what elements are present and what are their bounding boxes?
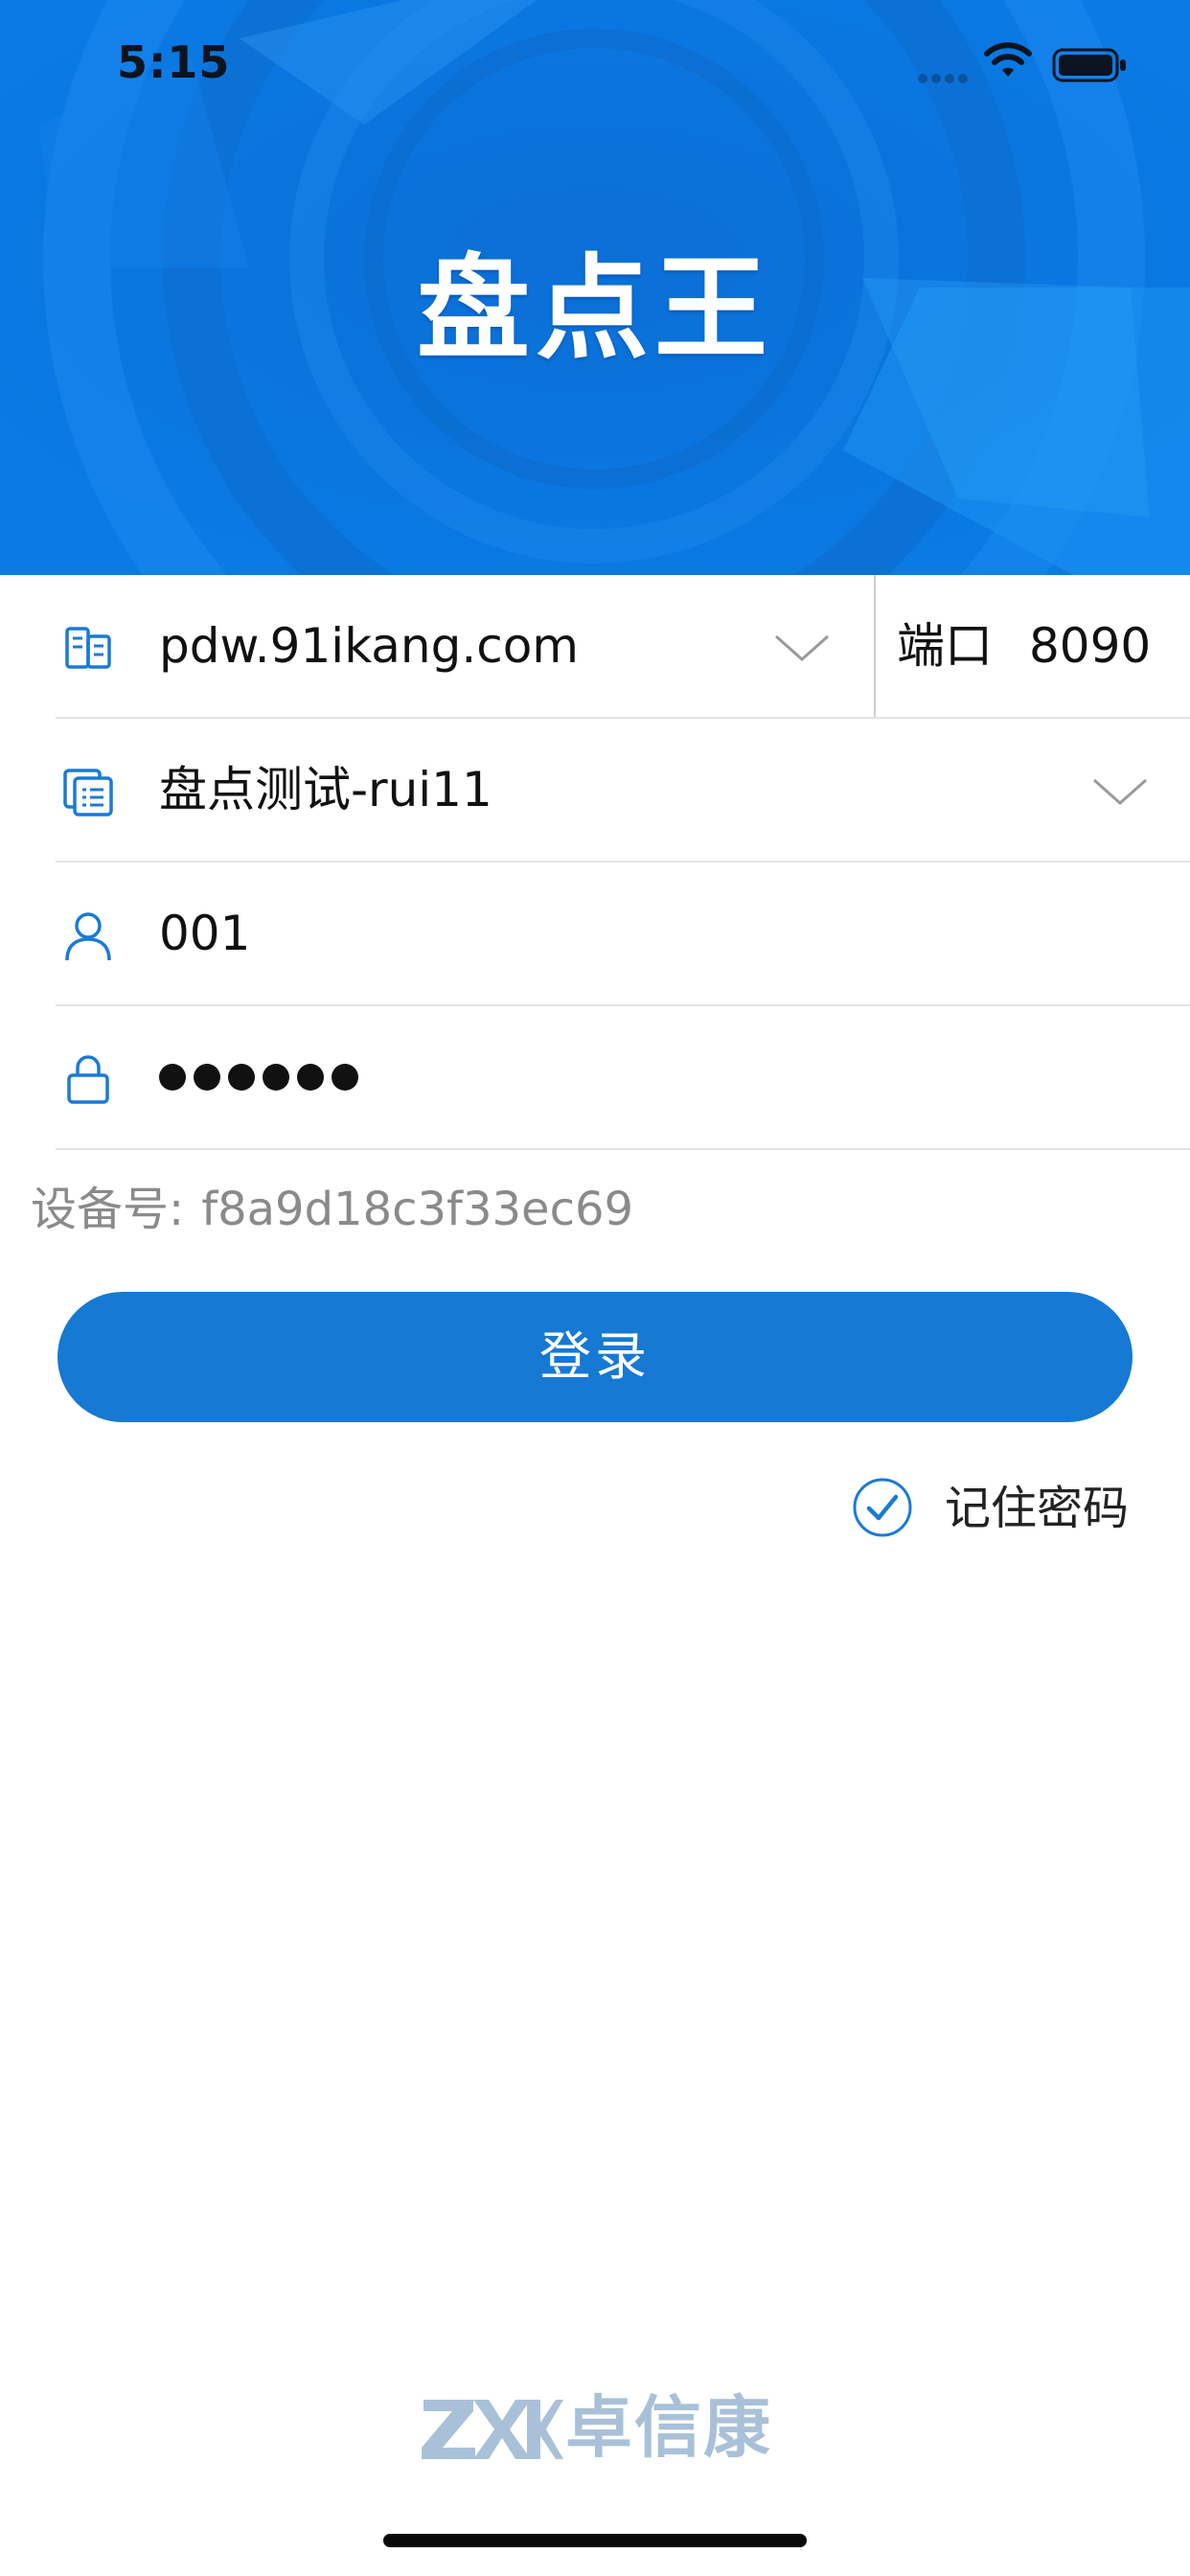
server-address-input[interactable]: pdw.91ikang.com: [159, 575, 579, 717]
port-divider: [874, 575, 876, 717]
database-row[interactable]: 盘点测试-rui11: [56, 719, 1190, 862]
port-input[interactable]: 8090: [1029, 575, 1151, 717]
status-time: 5:15: [117, 36, 231, 88]
app-title: 盘点王: [416, 242, 773, 375]
password-row: [56, 1006, 1190, 1150]
password-mask-dot: [194, 1064, 220, 1091]
footer-brand: 卓信康: [420, 2384, 774, 2471]
server-row: pdw.91ikang.com: [56, 575, 1190, 719]
chevron-down-icon[interactable]: [1090, 772, 1150, 811]
brand-name: 卓信康: [565, 2388, 772, 2467]
server-icon: [65, 627, 111, 669]
cellular-signal-icon: [918, 69, 973, 83]
brand-logo: [422, 2400, 563, 2459]
home-indicator[interactable]: [383, 2534, 807, 2547]
password-mask-dot: [332, 1064, 358, 1091]
check-circle-icon[interactable]: [851, 1476, 914, 1539]
chevron-down-icon[interactable]: [772, 629, 832, 667]
remember-password-label: 记住密码: [945, 1482, 1130, 1535]
database-list-icon: [63, 769, 113, 816]
wifi-icon: [984, 42, 1032, 77]
password-input[interactable]: [159, 1006, 366, 1148]
username-row: 001: [56, 862, 1190, 1006]
lock-icon: [67, 1055, 109, 1104]
device-id-label: 设备号:: [31, 1183, 185, 1236]
login-header: 5:15 盘点王: [0, 0, 1190, 575]
database-select[interactable]: 盘点测试-rui11: [159, 719, 492, 861]
password-mask-dot: [159, 1064, 186, 1091]
status-bar: 5:15: [0, 0, 1190, 125]
username-input[interactable]: 001: [159, 862, 250, 1004]
password-mask-dot: [297, 1064, 324, 1091]
password-mask-dot: [263, 1064, 289, 1091]
password-mask-dot: [228, 1064, 255, 1091]
battery-icon: [1052, 48, 1126, 82]
port-label: 端口: [897, 618, 993, 674]
device-id-value: f8a9d18c3f33ec69: [201, 1183, 634, 1236]
device-id-line: 设备号: f8a9d18c3f33ec69: [31, 1171, 633, 1248]
login-button[interactable]: 登录: [57, 1292, 1133, 1422]
user-icon: [65, 912, 111, 961]
